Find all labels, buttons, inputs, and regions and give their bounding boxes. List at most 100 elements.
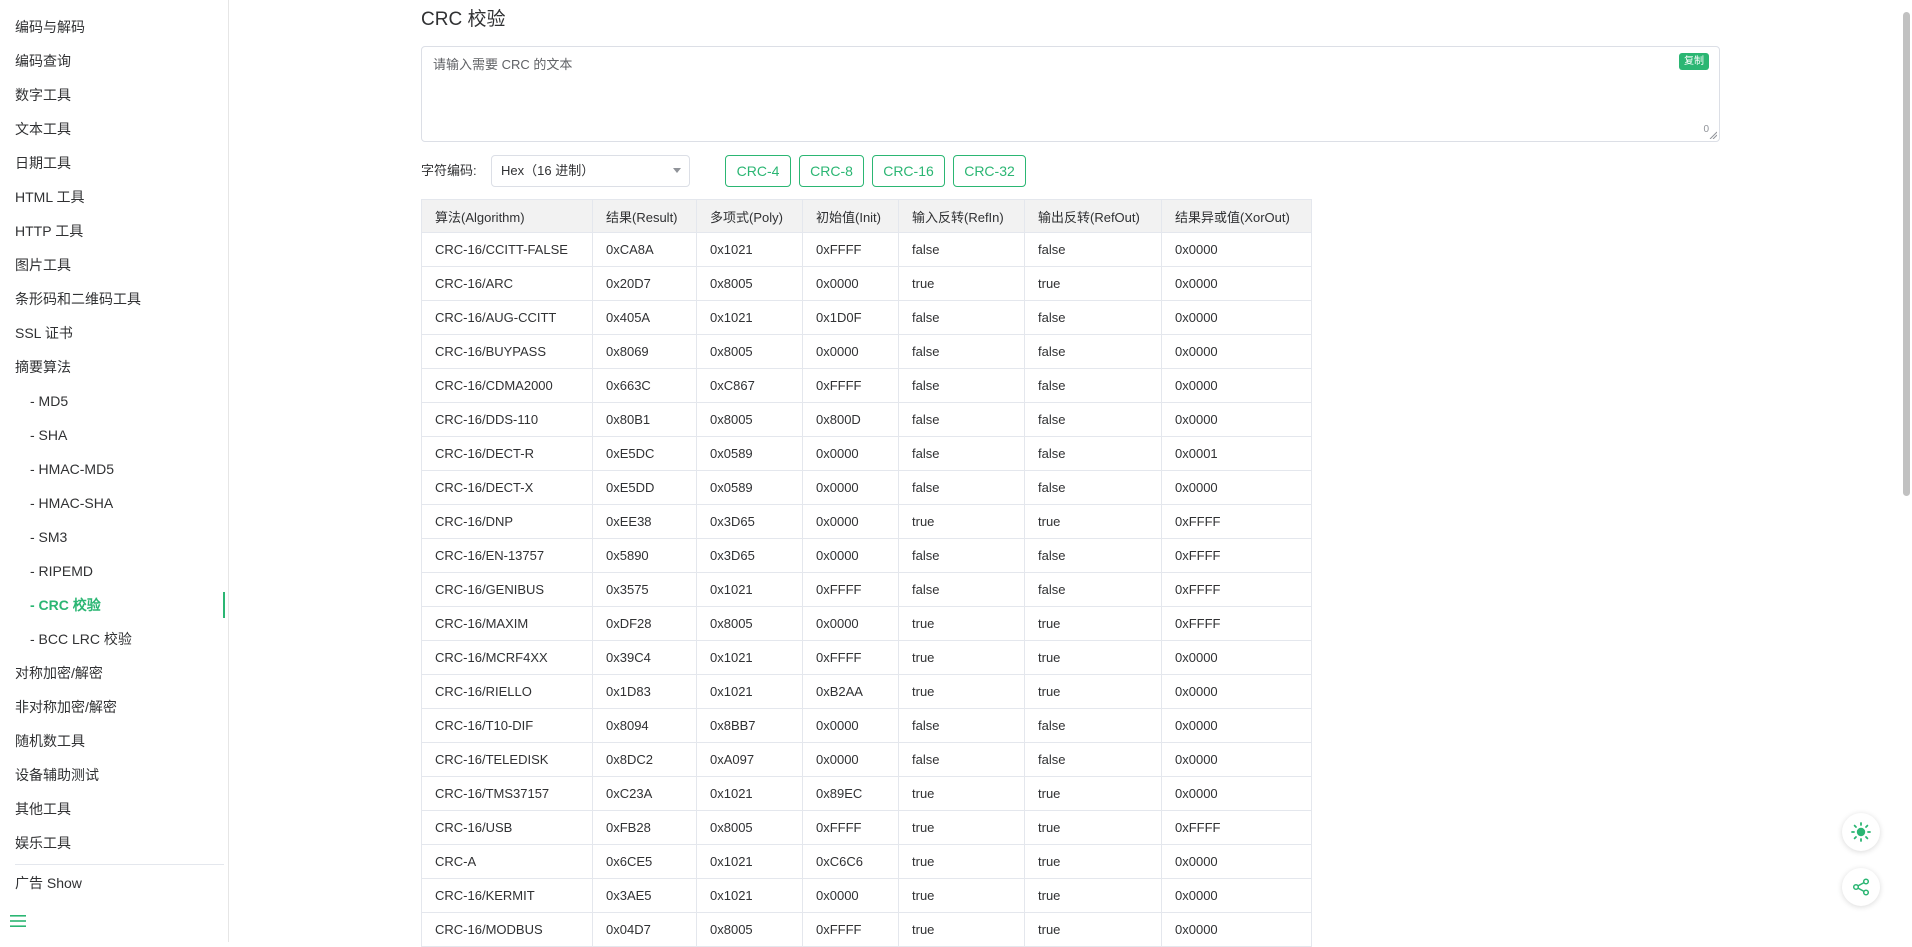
share-button[interactable] [1842, 868, 1880, 906]
table-row: CRC-16/GENIBUS 0x3575 0x1021 0xFFFF false fal… [421, 572, 1312, 607]
cell-refout: true [1024, 640, 1162, 675]
cell-poly: 0x8005 [696, 606, 803, 641]
cell-poly: 0x1021 [696, 674, 803, 709]
cell-refin: false [898, 436, 1025, 471]
sidebar-item-barcode-qr-tools[interactable]: 条形码和二维码工具 [0, 282, 228, 316]
header-refout: 输出反转(RefOut) [1024, 199, 1162, 233]
sidebar-subitem-ripemd[interactable]: - RIPEMD [0, 554, 228, 588]
table-row: CRC-16/MAXIM 0xDF28 0x8005 0x0000 true true 0x… [421, 606, 1312, 641]
cell-result: 0xC23A [592, 776, 697, 811]
cell-result: 0x8DC2 [592, 742, 697, 777]
cell-result: 0xDF28 [592, 606, 697, 641]
cell-xorout: 0x0000 [1161, 674, 1312, 709]
cell-result: 0x04D7 [592, 912, 697, 947]
cell-algorithm: CRC-16/DDS-110 [421, 402, 593, 437]
cell-init: 0xFFFF [802, 232, 899, 267]
cell-init: 0x0000 [802, 436, 899, 471]
sidebar: 编码与解码 编码查询 数字工具 文本工具 日期工具 HTML 工具 HTTP 工… [0, 0, 229, 942]
cell-poly: 0x1021 [696, 776, 803, 811]
sidebar-item-fun-tools[interactable]: 娱乐工具 [0, 826, 228, 860]
cell-refout: false [1024, 470, 1162, 505]
sidebar-item-other-tools[interactable]: 其他工具 [0, 792, 228, 826]
cell-init: 0x89EC [802, 776, 899, 811]
cell-poly: 0x1021 [696, 232, 803, 267]
sidebar-subitem-hmac-md5[interactable]: - HMAC-MD5 [0, 452, 228, 486]
crc-text-input[interactable] [422, 47, 1719, 141]
theme-toggle-button[interactable] [1842, 813, 1880, 851]
cell-poly: 0x8005 [696, 334, 803, 369]
cell-refout: true [1024, 844, 1162, 879]
cell-xorout: 0x0000 [1161, 742, 1312, 777]
cell-poly: 0x0589 [696, 436, 803, 471]
table-row: CRC-16/TELEDISK 0x8DC2 0xA097 0x0000 false fa… [421, 742, 1312, 777]
cell-refout: false [1024, 300, 1162, 335]
sidebar-item-ssl-cert[interactable]: SSL 证书 [0, 316, 228, 350]
sidebar-item-symmetric-crypto[interactable]: 对称加密/解密 [0, 656, 228, 690]
sidebar-item-number-tools[interactable]: 数字工具 [0, 78, 228, 112]
cell-xorout: 0xFFFF [1161, 504, 1312, 539]
header-result: 结果(Result) [592, 199, 697, 233]
crc-16-button[interactable]: CRC-16 [872, 155, 945, 187]
sidebar-item-random-tools[interactable]: 随机数工具 [0, 724, 228, 758]
page-scrollbar[interactable] [1901, 0, 1912, 942]
sidebar-subitem-sha[interactable]: - SHA [0, 418, 228, 452]
cell-xorout: 0xFFFF [1161, 538, 1312, 573]
sidebar-item-device-test[interactable]: 设备辅助测试 [0, 758, 228, 792]
table-row: CRC-16/ARC 0x20D7 0x8005 0x0000 true true 0x00… [421, 266, 1312, 301]
crc-4-button[interactable]: CRC-4 [725, 155, 791, 187]
crc-results-table: 算法(Algorithm) 结果(Result) 多项式(Poly) 初始值(I… [421, 199, 1312, 947]
cell-poly: 0xA097 [696, 742, 803, 777]
cell-algorithm: CRC-16/EN-13757 [421, 538, 593, 573]
table-row: CRC-16/DDS-110 0x80B1 0x8005 0x800D false fal… [421, 402, 1312, 437]
sidebar-ad-link[interactable]: 广告 Show [15, 872, 82, 894]
sidebar-subitem-md5[interactable]: - MD5 [0, 384, 228, 418]
hamburger-menu-icon[interactable] [9, 912, 27, 930]
cell-refout: false [1024, 368, 1162, 403]
table-row: CRC-16/CDMA2000 0x663C 0xC867 0xFFFF false fa… [421, 368, 1312, 403]
cell-poly: 0x1021 [696, 878, 803, 913]
cell-xorout: 0x0000 [1161, 640, 1312, 675]
sidebar-item-asymmetric-crypto[interactable]: 非对称加密/解密 [0, 690, 228, 724]
cell-result: 0xFB28 [592, 810, 697, 845]
table-row: CRC-16/TMS37157 0xC23A 0x1021 0x89EC true tru… [421, 776, 1312, 811]
sidebar-item-encode-lookup[interactable]: 编码查询 [0, 44, 228, 78]
cell-xorout: 0xFFFF [1161, 572, 1312, 607]
cell-poly: 0x0589 [696, 470, 803, 505]
cell-init: 0xFFFF [802, 572, 899, 607]
header-refin: 输入反转(RefIn) [898, 199, 1025, 233]
cell-init: 0x0000 [802, 470, 899, 505]
cell-refin: true [898, 674, 1025, 709]
sun-icon [1851, 822, 1871, 842]
sidebar-subitem-crc[interactable]: - CRC 校验 [0, 588, 228, 622]
resize-grip-icon[interactable] [1709, 131, 1717, 139]
sidebar-item-image-tools[interactable]: 图片工具 [0, 248, 228, 282]
crc-input-container: 复制 0 [421, 46, 1720, 142]
sidebar-item-html-tools[interactable]: HTML 工具 [0, 180, 228, 214]
cell-result: 0x8069 [592, 334, 697, 369]
cell-refout: false [1024, 436, 1162, 471]
table-row: CRC-16/T10-DIF 0x8094 0x8BB7 0x0000 false fal… [421, 708, 1312, 743]
sidebar-item-digest[interactable]: 摘要算法 [0, 350, 228, 384]
sidebar-subitem-sm3[interactable]: - SM3 [0, 520, 228, 554]
cell-init: 0xFFFF [802, 810, 899, 845]
crc-8-button[interactable]: CRC-8 [799, 155, 864, 187]
cell-refin: false [898, 300, 1025, 335]
cell-refin: false [898, 232, 1025, 267]
cell-result: 0x405A [592, 300, 697, 335]
sidebar-item-date-tools[interactable]: 日期工具 [0, 146, 228, 180]
cell-init: 0xFFFF [802, 912, 899, 947]
sidebar-item-text-tools[interactable]: 文本工具 [0, 112, 228, 146]
cell-poly: 0x1021 [696, 844, 803, 879]
scrollbar-thumb[interactable] [1903, 12, 1910, 496]
cell-refin: true [898, 878, 1025, 913]
encoding-select[interactable]: Hex（16 进制） [491, 155, 690, 187]
cell-result: 0xE5DD [592, 470, 697, 505]
sidebar-subitem-bcc-lrc[interactable]: - BCC LRC 校验 [0, 622, 228, 656]
sidebar-item-encode-decode[interactable]: 编码与解码 [0, 10, 228, 44]
sidebar-subitem-hmac-sha[interactable]: - HMAC-SHA [0, 486, 228, 520]
sidebar-item-http-tools[interactable]: HTTP 工具 [0, 214, 228, 248]
copy-button[interactable]: 复制 [1679, 53, 1709, 70]
crc-32-button[interactable]: CRC-32 [953, 155, 1026, 187]
cell-xorout: 0xFFFF [1161, 810, 1312, 845]
cell-refin: true [898, 844, 1025, 879]
